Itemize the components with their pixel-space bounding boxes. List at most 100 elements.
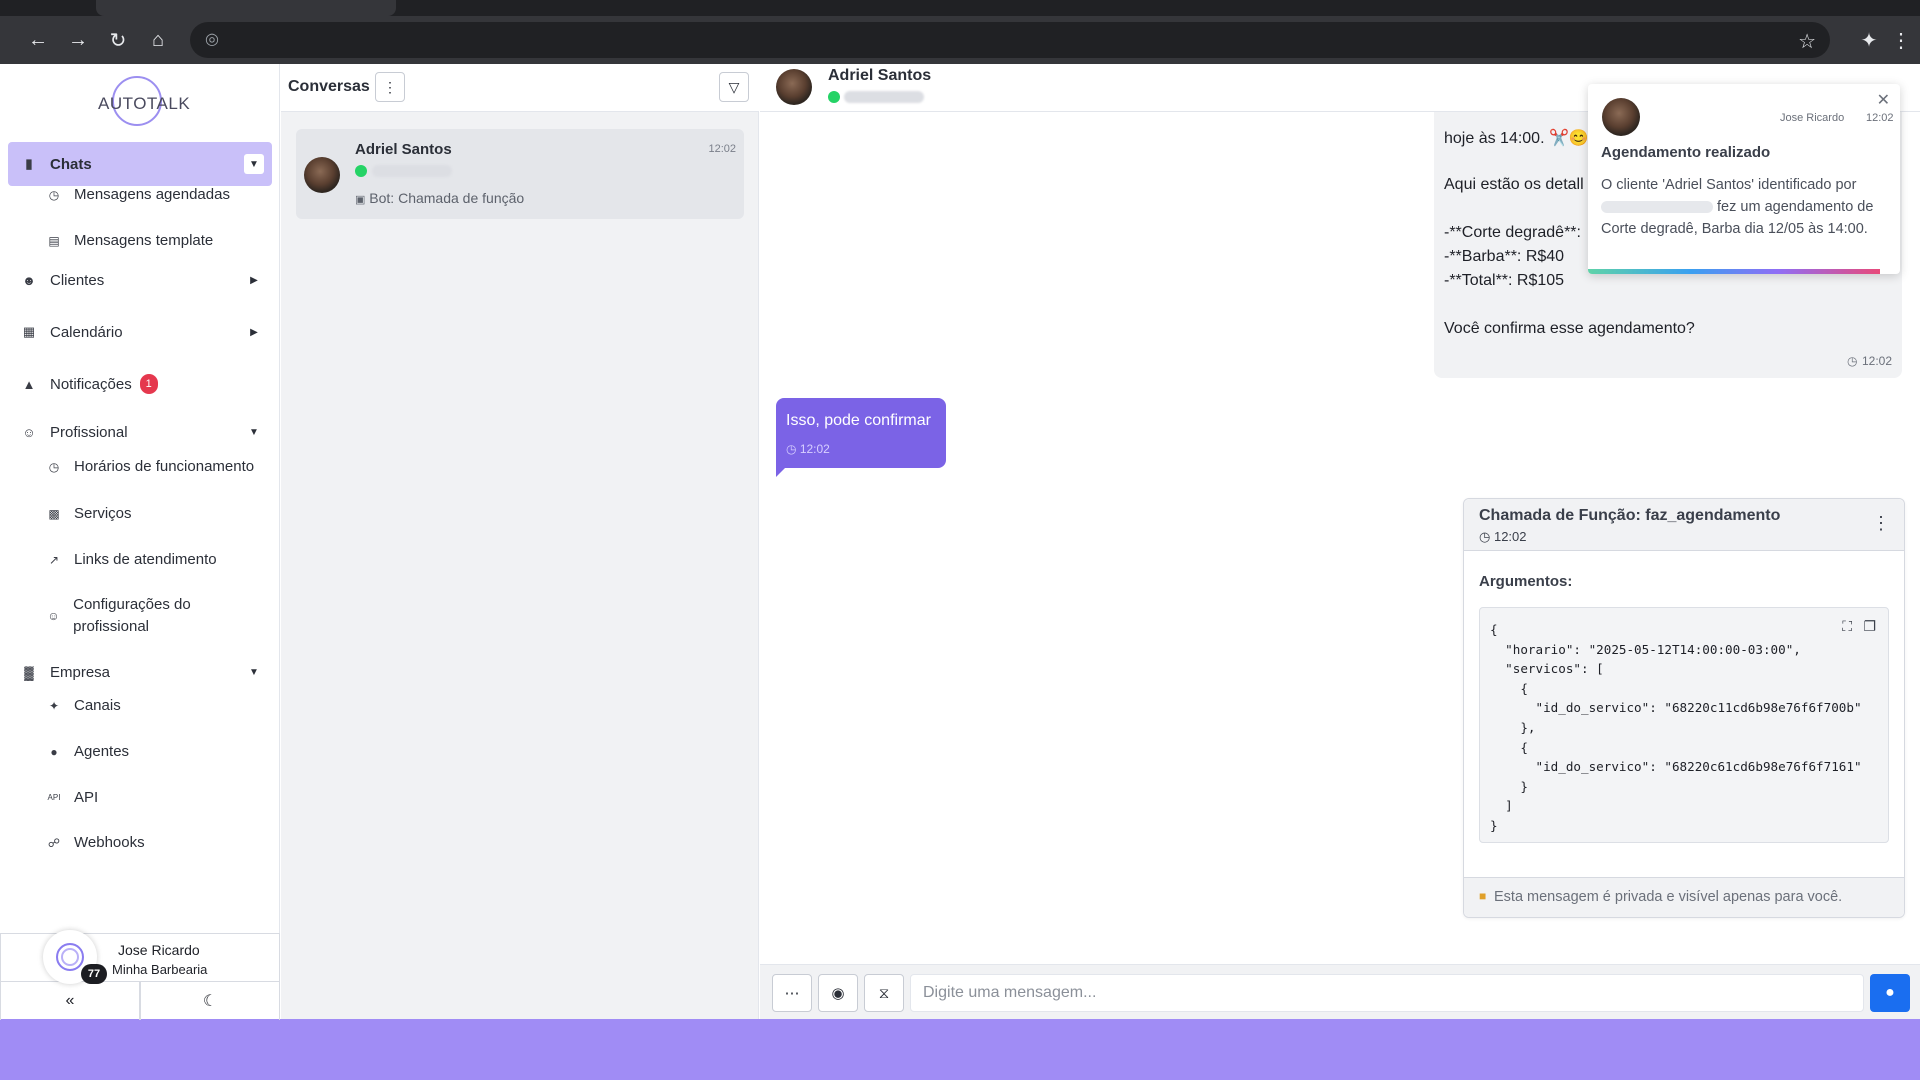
sidebar-item-label: Notificações (50, 375, 132, 393)
clock-icon: ◷ (48, 460, 60, 474)
avatar-image (56, 943, 84, 971)
message-text: Isso, pode confirmar (786, 412, 931, 429)
sidebar-item-mensagens-agendadas[interactable]: ◷ Mensagens agendadas (46, 184, 272, 206)
expand-icon[interactable]: ⛶ (1842, 618, 1852, 635)
sidebar-item-mensagens-template[interactable]: ▤ Mensagens template (46, 230, 272, 252)
kebab-icon[interactable]: ⋮ (1872, 513, 1890, 534)
home-icon[interactable]: ⌂ (142, 24, 174, 56)
sidebar-item-api[interactable]: API API (46, 787, 272, 809)
user-count-badge: 77 (81, 964, 107, 984)
conversation-item[interactable]: Adriel Santos 12:02 ▣ Bot: Chamada de fu… (296, 129, 744, 219)
sidebar-item-notificacoes[interactable]: ▲ Notificações 1 (8, 362, 272, 406)
double-chevron-left-icon: « (65, 992, 75, 1009)
satellite-icon: ✦ (48, 699, 60, 713)
conversations-title: Conversas (288, 78, 370, 95)
sidebar-item-clientes[interactable]: ☻ Clientes ▶ (8, 258, 272, 302)
sidebar: AUTOTALK ▮ Chats ▼ ◷ Mensagens agendadas… (0, 64, 280, 1020)
sidebar-item-chats[interactable]: ▮ Chats ▼ (8, 142, 272, 186)
camera-button[interactable]: ◉ (818, 974, 858, 1012)
avatar (1602, 98, 1640, 136)
calendar-icon: ▦ (22, 324, 36, 339)
clock-icon: ◷ (1479, 529, 1491, 544)
copy-icon[interactable]: ❐ (1863, 618, 1876, 635)
user-profile[interactable]: 77 Jose Ricardo Minha Barbearia (0, 930, 280, 984)
function-call-card: Chamada de Função: faz_agendamento ◷ 12:… (1463, 498, 1905, 918)
message-line: -**Total**: R$105 (1444, 272, 1565, 289)
sidebar-item-profissional[interactable]: ☺ Profissional ▼ (8, 410, 272, 454)
sidebar-item-label: Horários de funcionamento (74, 458, 255, 475)
message-line: Você confirma esse agendamento? (1444, 320, 1695, 337)
sidebar-item-servicos[interactable]: ▩ Serviços (46, 503, 272, 525)
star-icon[interactable]: ☆ (1798, 29, 1816, 54)
template-icon: ▤ (48, 234, 60, 248)
more-options-button[interactable]: ⋯ (772, 974, 812, 1012)
filter-icon: ▽ (728, 78, 740, 95)
message-line: hoje às 14:00. ✂️😊 (1444, 130, 1589, 147)
microphone-button[interactable]: ● (1870, 974, 1910, 1012)
sidebar-item-agentes[interactable]: ● Agentes (46, 741, 272, 763)
message-line: -**Corte degradê**: (1444, 224, 1581, 241)
composer: ⋯ ◉ ⧖ ● (760, 964, 1920, 1019)
close-icon[interactable]: ✕ (1877, 90, 1890, 110)
sidebar-item-links[interactable]: ↗ Links de atendimento (46, 549, 272, 571)
dark-mode-button[interactable]: ☾ (140, 982, 280, 1020)
notification-toast: ✕ Jose Ricardo 12:02 Agendamento realiza… (1588, 84, 1900, 274)
function-call-header: Chamada de Função: faz_agendamento ◷ 12:… (1464, 499, 1904, 551)
sidebar-item-empresa[interactable]: ▓ Empresa ▼ (8, 650, 272, 694)
conversation-preview: ▣ Bot: Chamada de função (355, 190, 524, 206)
message-meta: ◷ 12:02 (1847, 352, 1892, 370)
sidebar-item-webhooks[interactable]: ☍ Webhooks (46, 832, 272, 854)
camera-icon: ◉ (831, 985, 845, 1002)
globe-icon: ◎ (205, 31, 219, 48)
sidebar-item-label: Calendário (50, 323, 123, 341)
sidebar-item-label: Agentes (74, 743, 130, 760)
whatsapp-icon (355, 165, 367, 177)
address-bar[interactable]: ◎ ☆ (190, 22, 1830, 58)
browser-tab[interactable] (96, 0, 396, 16)
filter-button[interactable]: ▽ (719, 72, 749, 102)
attach-button[interactable]: ⧖ (864, 974, 904, 1012)
sidebar-item-canais[interactable]: ✦ Canais (46, 695, 272, 717)
chevron-down-icon[interactable]: ▼ (244, 422, 264, 442)
forward-icon[interactable]: → (62, 24, 94, 56)
sidebar-item-label: Empresa (50, 663, 111, 681)
chevron-right-icon[interactable]: ▶ (244, 270, 264, 290)
back-icon[interactable]: ← (22, 24, 54, 56)
kebab-icon: ⋮ (383, 78, 397, 95)
clock-icon: ◷ (1847, 354, 1858, 368)
avatar[interactable] (776, 69, 812, 105)
browser-tabstrip (0, 0, 1920, 16)
private-note-text: Esta mensagem é privada e visível apenas… (1494, 889, 1843, 905)
conversations-header: Conversas ⋮ ▽ (281, 64, 759, 112)
reload-icon[interactable]: ↻ (102, 24, 134, 56)
message-input[interactable] (910, 974, 1864, 1012)
bell-icon: ▲ (22, 376, 36, 392)
avatar[interactable]: 77 (43, 930, 107, 984)
menu-icon[interactable]: ⋮ (1886, 24, 1916, 56)
sidebar-item-label: Webhooks (74, 834, 145, 851)
sidebar-item-horarios[interactable]: ◷ Horários de funcionamento (46, 456, 272, 478)
notification-badge: 1 (139, 374, 158, 394)
redacted-phone (372, 165, 452, 177)
sidebar-item-label: Serviços (74, 505, 132, 522)
sidebar-item-label: Mensagens agendadas (74, 186, 230, 203)
chevron-down-icon[interactable]: ▼ (244, 662, 264, 682)
logo[interactable]: AUTOTALK (98, 74, 190, 126)
toast-progress-bar (1588, 269, 1880, 274)
chat-contact-name: Adriel Santos (828, 67, 932, 84)
user-gear-icon: ☺ (22, 424, 36, 440)
extensions-icon[interactable]: ✦ (1854, 24, 1884, 56)
sidebar-item-label: Chats (50, 155, 92, 173)
message-line: Aqui estão os detall (1444, 176, 1584, 193)
sidebar-item-calendario[interactable]: ▦ Calendário ▶ (8, 310, 272, 354)
message-time: 12:02 (1861, 354, 1892, 368)
robot-icon: ▣ (355, 194, 366, 206)
users-icon: ☻ (22, 272, 36, 288)
chevron-right-icon[interactable]: ▶ (244, 322, 264, 342)
sidebar-item-configuracoes[interactable]: ☺ Configurações do profissional (46, 594, 196, 638)
conversations-menu-button[interactable]: ⋮ (375, 72, 405, 102)
collapse-sidebar-button[interactable]: « (0, 982, 140, 1020)
toast-title: Agendamento realizado (1601, 144, 1771, 161)
toast-time: 12:02 (1866, 112, 1894, 124)
chevron-down-icon[interactable]: ▼ (244, 154, 264, 174)
